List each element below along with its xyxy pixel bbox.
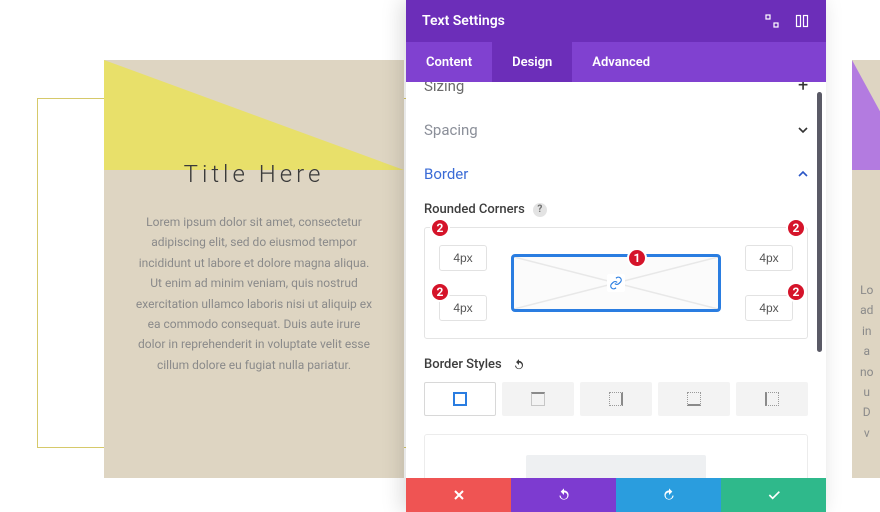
rounded-corners-control xyxy=(424,227,808,339)
border-preview-box xyxy=(424,434,808,478)
help-icon[interactable]: ? xyxy=(533,203,547,217)
panel-footer xyxy=(406,478,826,512)
border-style-top[interactable] xyxy=(502,382,574,416)
reset-icon[interactable] xyxy=(512,358,526,372)
expand-icon[interactable] xyxy=(764,13,780,29)
annotation-badge-corner-tl: 2 xyxy=(430,218,450,238)
border-style-left[interactable] xyxy=(736,382,808,416)
panel-tabs: Content Design Advanced xyxy=(406,42,826,82)
tab-content[interactable]: Content xyxy=(406,42,492,82)
section-spacing[interactable]: Spacing xyxy=(424,108,808,152)
section-label: Spacing xyxy=(424,121,478,139)
card-accent-triangle xyxy=(104,60,404,170)
chevron-down-icon xyxy=(798,125,808,135)
undo-icon xyxy=(556,487,572,503)
section-sizing[interactable]: Sizing + xyxy=(424,82,808,108)
preview-card-right-peek: Lo ad in a no u D v xyxy=(852,60,880,478)
confirm-button[interactable] xyxy=(721,478,826,512)
annotation-badge-center: 1 xyxy=(627,248,647,268)
check-icon xyxy=(766,487,782,503)
undo-button[interactable] xyxy=(511,478,616,512)
border-preview-inner xyxy=(526,455,706,478)
tab-design[interactable]: Design xyxy=(492,42,572,82)
annotation-badge-corner-br: 2 xyxy=(786,282,806,302)
preview-card-left: Title Here Lorem ipsum dolor sit amet, c… xyxy=(104,60,404,478)
annotation-badge-corner-tr: 2 xyxy=(786,218,806,238)
close-icon xyxy=(452,488,466,502)
corner-top-left-input[interactable] xyxy=(439,245,487,271)
corner-preview xyxy=(511,254,721,312)
card-body: Lorem ipsum dolor sit amet, consectetur … xyxy=(134,212,374,375)
redo-icon xyxy=(661,487,677,503)
border-styles-label-row: Border Styles xyxy=(424,357,808,372)
border-style-all[interactable] xyxy=(424,382,496,416)
settings-panel: Text Settings Content Design Advanced Si… xyxy=(406,0,826,512)
rounded-corners-label: Rounded Corners xyxy=(424,202,525,217)
panel-title: Text Settings xyxy=(422,13,750,29)
plus-icon: + xyxy=(798,82,808,91)
snap-icon[interactable] xyxy=(794,13,810,29)
link-values-icon[interactable] xyxy=(607,274,625,292)
panel-header: Text Settings xyxy=(406,0,826,42)
section-border[interactable]: Border xyxy=(424,152,808,196)
corner-top-right-input[interactable] xyxy=(745,245,793,271)
rounded-corners-label-row: Rounded Corners ? xyxy=(424,202,808,217)
border-styles-label: Border Styles xyxy=(424,357,502,372)
border-style-bottom[interactable] xyxy=(658,382,730,416)
section-label: Sizing xyxy=(424,82,464,95)
cancel-button[interactable] xyxy=(406,478,511,512)
card-body-peek: Lo ad in a no u D v xyxy=(860,280,873,443)
border-style-picker xyxy=(424,382,808,416)
section-label: Border xyxy=(424,165,468,183)
redo-button[interactable] xyxy=(616,478,721,512)
card-title: Title Here xyxy=(134,160,374,188)
panel-body: Sizing + Spacing Border Rounded Corners … xyxy=(406,82,826,478)
border-style-right[interactable] xyxy=(580,382,652,416)
tab-advanced[interactable]: Advanced xyxy=(572,42,670,82)
card-accent-triangle xyxy=(852,60,880,170)
chevron-up-icon xyxy=(798,169,808,179)
corner-bottom-right-input[interactable] xyxy=(745,295,793,321)
annotation-badge-corner-bl: 2 xyxy=(430,282,450,302)
